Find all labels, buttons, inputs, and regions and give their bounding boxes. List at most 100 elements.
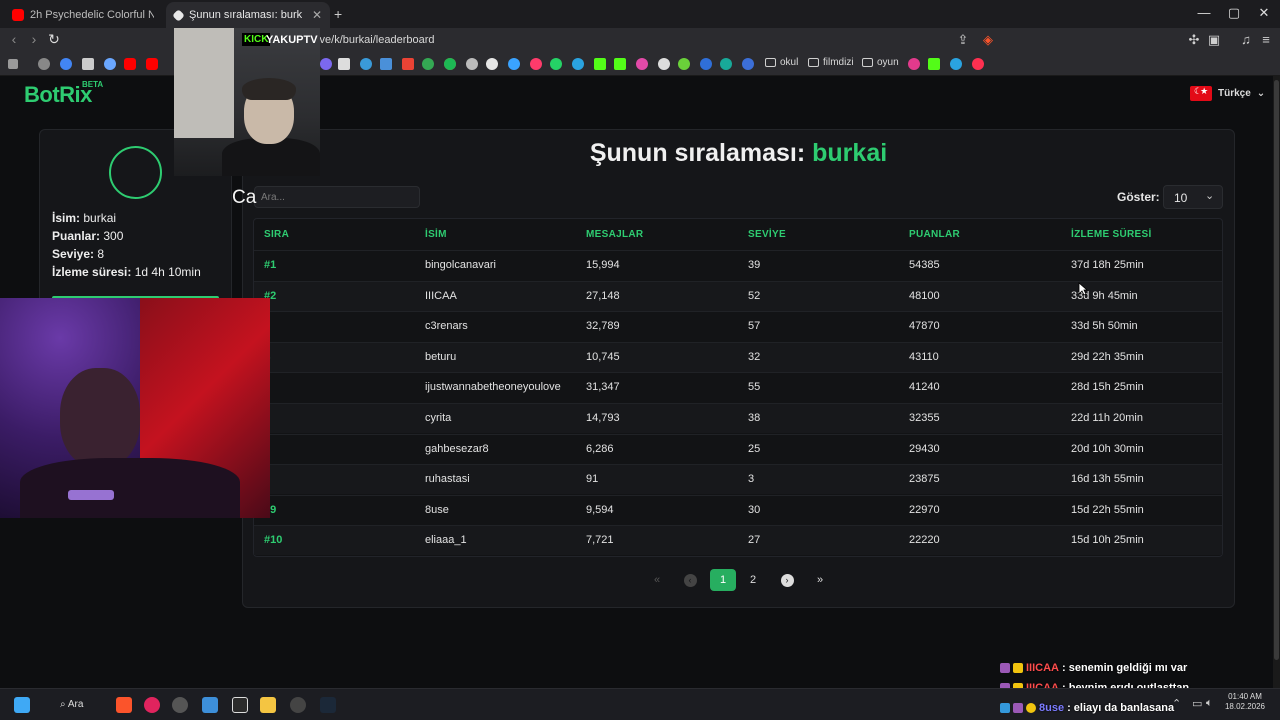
bookmark-icon[interactable] bbox=[678, 58, 690, 70]
column-header-watch-time[interactable]: İZLEME SÜRESİ bbox=[1071, 229, 1152, 240]
minimize-button[interactable]: — bbox=[1190, 5, 1218, 20]
column-header-level[interactable]: SEVİYE bbox=[748, 229, 786, 240]
tab-title: Şunun sıralaması: burkai | Yayıncı bbox=[189, 9, 302, 21]
steam-icon[interactable] bbox=[320, 697, 336, 713]
extensions-icon[interactable]: ✣ bbox=[1184, 32, 1204, 48]
cell-name: cyrita bbox=[425, 412, 452, 424]
tab-leaderboard[interactable]: Şunun sıralaması: burkai | Yayıncı ✕ bbox=[166, 2, 330, 28]
cell-points: 41240 bbox=[909, 381, 940, 393]
bookmark-icon[interactable] bbox=[104, 58, 116, 70]
brave-shield-icon[interactable]: ◈ bbox=[978, 32, 998, 48]
clock-time: 01:40 AM bbox=[1228, 692, 1262, 701]
share-icon[interactable]: ⇪ bbox=[953, 32, 973, 48]
brave-icon[interactable] bbox=[116, 697, 132, 713]
media-player-icon[interactable] bbox=[144, 697, 160, 713]
chrome-icon[interactable] bbox=[290, 697, 306, 713]
volume-icon[interactable]: 🔈︎ bbox=[1206, 697, 1213, 710]
chat-username: 8use bbox=[1039, 702, 1065, 714]
tab-close-button[interactable]: ✕ bbox=[308, 8, 322, 22]
apps-icon[interactable] bbox=[8, 59, 18, 69]
network-icon[interactable]: ▭ bbox=[1192, 697, 1202, 710]
bookmark-icon[interactable] bbox=[972, 58, 984, 70]
new-tab-button[interactable]: + bbox=[334, 6, 342, 22]
cell-messages: 15,994 bbox=[586, 259, 620, 271]
bookmark-icon[interactable] bbox=[338, 58, 350, 70]
bookmark-icon[interactable] bbox=[320, 58, 332, 70]
bookmark-icon[interactable] bbox=[720, 58, 732, 70]
bookmark-folder-filmdizi[interactable]: filmdizi bbox=[808, 57, 854, 68]
cell-points: 43110 bbox=[909, 351, 939, 363]
taskbar-clock[interactable]: 01:40 AM 18.02.2026 bbox=[1222, 692, 1268, 712]
media-icon[interactable]: ♫ bbox=[1236, 32, 1256, 47]
tab-youtube[interactable]: 2h Psychedelic Colorful Neon Backgr bbox=[4, 2, 162, 28]
page-button-2[interactable]: 2 bbox=[740, 569, 766, 591]
url-field[interactable]: rix.live/k/burkai/leaderboard bbox=[300, 32, 435, 49]
language-selector[interactable]: Türkçe ⌄ bbox=[1190, 84, 1265, 102]
bookmark-icon[interactable] bbox=[908, 58, 920, 70]
column-header-points[interactable]: PUANLAR bbox=[909, 229, 960, 240]
kick-icon[interactable] bbox=[594, 58, 606, 70]
sub-badge-icon bbox=[1013, 703, 1023, 713]
youtube-icon[interactable] bbox=[124, 58, 136, 70]
title-username: burkai bbox=[812, 139, 888, 167]
google-icon[interactable] bbox=[60, 58, 72, 70]
telegram-icon[interactable] bbox=[572, 58, 584, 70]
history-icon[interactable] bbox=[38, 58, 50, 70]
photos-icon[interactable] bbox=[202, 697, 218, 713]
spotify-icon[interactable] bbox=[444, 58, 456, 70]
kick-icon[interactable] bbox=[928, 58, 940, 70]
cell-level: 39 bbox=[748, 259, 761, 271]
bookmark-icon[interactable] bbox=[950, 58, 962, 70]
reload-icon[interactable]: ↻ bbox=[44, 31, 64, 48]
bookmark-icon[interactable] bbox=[658, 58, 670, 70]
bookmark-icon[interactable] bbox=[380, 58, 392, 70]
search-input[interactable] bbox=[254, 186, 420, 208]
maximize-button[interactable]: ▢ bbox=[1220, 5, 1248, 21]
obs-icon[interactable] bbox=[172, 697, 188, 713]
cell-level: 55 bbox=[748, 381, 761, 393]
bookmark-icon[interactable] bbox=[82, 58, 94, 70]
bookmark-icon[interactable] bbox=[360, 58, 372, 70]
bookmark-icon[interactable] bbox=[742, 58, 754, 70]
next-page-button[interactable]: › bbox=[774, 569, 800, 591]
bookmark-folder-okul[interactable]: okul bbox=[765, 57, 798, 68]
drive-icon[interactable] bbox=[422, 58, 434, 70]
windows-start-icon[interactable] bbox=[14, 697, 30, 713]
title-prefix: Şunun sıralaması: bbox=[589, 139, 806, 167]
profile-level-line: Seviye: 8 bbox=[52, 247, 104, 261]
menu-icon[interactable]: ≡ bbox=[1256, 32, 1276, 47]
gmail-icon[interactable] bbox=[402, 58, 414, 70]
column-header-rank[interactable]: SIRA bbox=[264, 229, 289, 240]
youtube-icon[interactable] bbox=[146, 58, 158, 70]
sidebar-icon[interactable]: ▣ bbox=[1204, 32, 1224, 48]
back-icon[interactable]: ‹ bbox=[4, 31, 24, 47]
bookmark-folder-oyun[interactable]: oyun bbox=[862, 57, 899, 68]
whatsapp-icon[interactable] bbox=[550, 58, 562, 70]
scrollbar-thumb[interactable] bbox=[1274, 80, 1279, 660]
column-header-name[interactable]: İSİM bbox=[425, 229, 447, 240]
cell-watch: 15d 22h 55min bbox=[1071, 504, 1144, 516]
capcut-icon[interactable] bbox=[232, 697, 248, 713]
kick-icon[interactable] bbox=[614, 58, 626, 70]
last-page-button[interactable]: » bbox=[807, 569, 833, 591]
cell-watch: 20d 10h 30min bbox=[1071, 443, 1144, 455]
bookmark-icon[interactable] bbox=[508, 58, 520, 70]
cell-name: 8use bbox=[425, 504, 449, 516]
bookmark-icon[interactable] bbox=[530, 58, 542, 70]
github-icon[interactable] bbox=[486, 58, 498, 70]
prev-page-button[interactable]: ‹ bbox=[677, 569, 703, 591]
cell-messages: 6,286 bbox=[586, 443, 614, 455]
page-button-1[interactable]: 1 bbox=[710, 569, 736, 591]
forward-icon[interactable]: › bbox=[24, 31, 44, 47]
column-header-messages[interactable]: MESAJLAR bbox=[586, 229, 643, 240]
bookmark-icon[interactable] bbox=[700, 58, 712, 70]
first-page-button[interactable]: « bbox=[644, 569, 670, 591]
bookmark-icon[interactable] bbox=[466, 58, 478, 70]
bookmark-icon[interactable] bbox=[636, 58, 648, 70]
close-window-button[interactable]: ✕ bbox=[1250, 5, 1278, 21]
taskbar-search[interactable]: ⌕ Ara bbox=[50, 695, 92, 715]
cell-points: 22220 bbox=[909, 534, 940, 546]
tray-chevron-icon[interactable]: ⌃ bbox=[1172, 697, 1181, 710]
file-explorer-icon[interactable] bbox=[260, 697, 276, 713]
webcam-curtain bbox=[174, 28, 234, 138]
